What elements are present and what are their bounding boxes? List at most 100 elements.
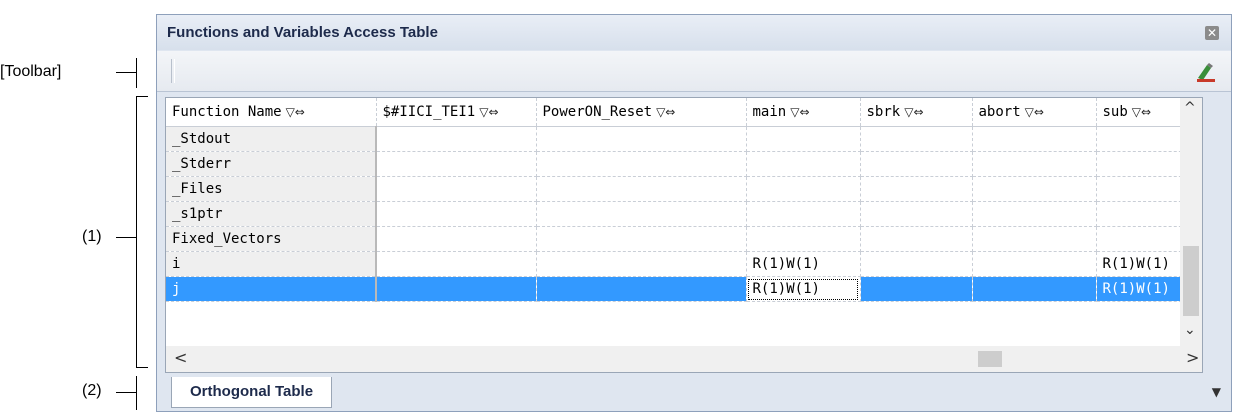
tab-list-dropdown-icon[interactable]: ▼ bbox=[1212, 385, 1221, 399]
access-table-grid: Function Name ▽⇔ $#IICI_TEI1 ▽⇔ PowerON_Rese… bbox=[165, 97, 1203, 373]
table-row[interactable]: i R(1)W(1) R(1)W(1) bbox=[166, 251, 1187, 277]
table-cell[interactable] bbox=[1096, 226, 1187, 252]
annotation-area-1-bracket-top bbox=[136, 96, 148, 97]
table-cell[interactable] bbox=[376, 126, 537, 152]
table-cell[interactable] bbox=[860, 251, 973, 277]
filter-icon[interactable]: ▽⇔ bbox=[1132, 105, 1151, 119]
table-cell[interactable] bbox=[376, 276, 537, 302]
row-header[interactable]: Fixed_Vectors bbox=[166, 226, 377, 252]
row-header[interactable]: i bbox=[166, 251, 377, 277]
table-cell[interactable] bbox=[1096, 176, 1187, 202]
table-cell[interactable] bbox=[972, 226, 1097, 252]
scroll-left-arrow[interactable]: < bbox=[174, 348, 187, 367]
table-cell[interactable] bbox=[1096, 126, 1187, 152]
table-cell[interactable] bbox=[376, 226, 537, 252]
row-header[interactable]: _Files bbox=[166, 176, 377, 202]
row-header[interactable]: _Stderr bbox=[166, 151, 377, 177]
table-cell[interactable] bbox=[860, 201, 973, 227]
column-header[interactable]: main ▽⇔ bbox=[746, 98, 861, 127]
table-cell[interactable] bbox=[746, 126, 861, 152]
table-cell[interactable] bbox=[860, 226, 973, 252]
table-cell[interactable] bbox=[972, 176, 1097, 202]
table-cell[interactable] bbox=[376, 151, 537, 177]
table-cell[interactable]: R(1)W(1) bbox=[746, 276, 861, 302]
row-header[interactable]: _s1ptr bbox=[166, 201, 377, 227]
column-header[interactable]: PowerON_Reset ▽⇔ bbox=[536, 98, 747, 127]
table-cell[interactable] bbox=[860, 126, 973, 152]
filter-icon[interactable]: ▽⇔ bbox=[904, 105, 923, 119]
column-header[interactable]: Function Name ▽⇔ bbox=[166, 98, 377, 127]
scroll-down-arrow[interactable]: ⌄ bbox=[1184, 322, 1196, 338]
annotation-toolbar-leader bbox=[116, 72, 136, 73]
table-cell[interactable] bbox=[746, 151, 861, 177]
table-cell[interactable] bbox=[1096, 201, 1187, 227]
table-cell[interactable] bbox=[860, 176, 973, 202]
table-cell[interactable] bbox=[376, 201, 537, 227]
column-header[interactable]: $#IICI_TEI1 ▽⇔ bbox=[376, 98, 537, 127]
filter-icon[interactable]: ▽⇔ bbox=[286, 105, 305, 119]
table-cell[interactable] bbox=[536, 251, 747, 277]
column-header-label: $#IICI_TEI1 bbox=[382, 104, 476, 120]
annotation-area-2: (2) bbox=[82, 382, 102, 399]
vertical-scroll-thumb[interactable] bbox=[1183, 246, 1199, 316]
filter-icon[interactable]: ▽⇔ bbox=[479, 105, 498, 119]
table-cell[interactable] bbox=[746, 201, 861, 227]
table-cell[interactable]: R(1)W(1) bbox=[1096, 251, 1187, 277]
annotation-area-2-leader bbox=[116, 392, 136, 393]
horizontal-scroll-thumb[interactable] bbox=[978, 351, 1002, 367]
column-header-label: abort bbox=[978, 104, 1021, 120]
filter-icon[interactable]: ▽⇔ bbox=[1025, 105, 1044, 119]
table-cell[interactable] bbox=[536, 176, 747, 202]
column-header[interactable]: abort ▽⇔ bbox=[972, 98, 1097, 127]
table-cell[interactable] bbox=[860, 151, 973, 177]
annotation-area-2-bracket bbox=[136, 376, 137, 410]
table-cell[interactable]: R(1)W(1) bbox=[746, 251, 861, 277]
table-cell[interactable] bbox=[972, 151, 1097, 177]
toolbar bbox=[157, 51, 1231, 92]
row-header[interactable]: j bbox=[166, 276, 377, 302]
highlight-icon[interactable] bbox=[1195, 61, 1217, 83]
table-cell[interactable] bbox=[972, 201, 1097, 227]
table-cell[interactable] bbox=[536, 201, 747, 227]
vertical-scrollbar[interactable]: ^ ⌄ bbox=[1180, 98, 1202, 346]
scroll-up-arrow[interactable]: ^ bbox=[1184, 100, 1196, 116]
table-row[interactable]: Fixed_Vectors bbox=[166, 226, 1187, 252]
column-header-row: Function Name ▽⇔ $#IICI_TEI1 ▽⇔ PowerON_Rese… bbox=[166, 98, 1187, 127]
table-cell[interactable] bbox=[972, 126, 1097, 152]
row-header[interactable]: _Stdout bbox=[166, 126, 377, 152]
scroll-right-arrow[interactable]: > bbox=[1186, 348, 1199, 367]
annotation-area-1: (1) bbox=[82, 228, 102, 245]
table-cell[interactable] bbox=[746, 176, 861, 202]
table-cell[interactable] bbox=[972, 251, 1097, 277]
table-cell[interactable] bbox=[972, 276, 1097, 302]
table-row[interactable]: j R(1)W(1) R(1)W(1) bbox=[166, 276, 1187, 302]
annotation-toolbar: [Toolbar] bbox=[0, 63, 62, 80]
column-header[interactable]: sbrk ▽⇔ bbox=[860, 98, 973, 127]
panel-titlebar: Functions and Variables Access Table ✕ bbox=[157, 15, 1231, 50]
access-table-panel: Functions and Variables Access Table ✕ F… bbox=[156, 14, 1232, 412]
table-cell[interactable] bbox=[860, 276, 973, 302]
table-cell[interactable] bbox=[1096, 151, 1187, 177]
table-cell[interactable] bbox=[536, 276, 747, 302]
filter-icon[interactable]: ▽⇔ bbox=[790, 105, 809, 119]
table-cell[interactable] bbox=[536, 151, 747, 177]
table-row[interactable]: _Stderr bbox=[166, 151, 1187, 177]
table-cell[interactable] bbox=[746, 226, 861, 252]
table-cell[interactable] bbox=[536, 126, 747, 152]
close-icon[interactable]: ✕ bbox=[1205, 26, 1219, 40]
table-row[interactable]: _Stdout bbox=[166, 126, 1187, 152]
table-row[interactable]: _s1ptr bbox=[166, 201, 1187, 227]
column-header-label: PowerON_Reset bbox=[542, 104, 653, 120]
table-cell[interactable] bbox=[376, 251, 537, 277]
panel-title: Functions and Variables Access Table bbox=[167, 24, 438, 41]
table-cell[interactable]: R(1)W(1) bbox=[1096, 276, 1187, 302]
table-cell[interactable] bbox=[536, 226, 747, 252]
filter-icon[interactable]: ▽⇔ bbox=[656, 105, 675, 119]
horizontal-scrollbar[interactable]: < > bbox=[166, 346, 1202, 372]
table-cell[interactable] bbox=[376, 176, 537, 202]
toolbar-grip[interactable] bbox=[171, 59, 175, 83]
column-header[interactable]: sub ▽⇔ bbox=[1096, 98, 1187, 127]
tab-bar: Orthogonal Table ▼ bbox=[157, 377, 1231, 411]
tab-orthogonal-table[interactable]: Orthogonal Table bbox=[171, 377, 333, 408]
table-row[interactable]: _Files bbox=[166, 176, 1187, 202]
